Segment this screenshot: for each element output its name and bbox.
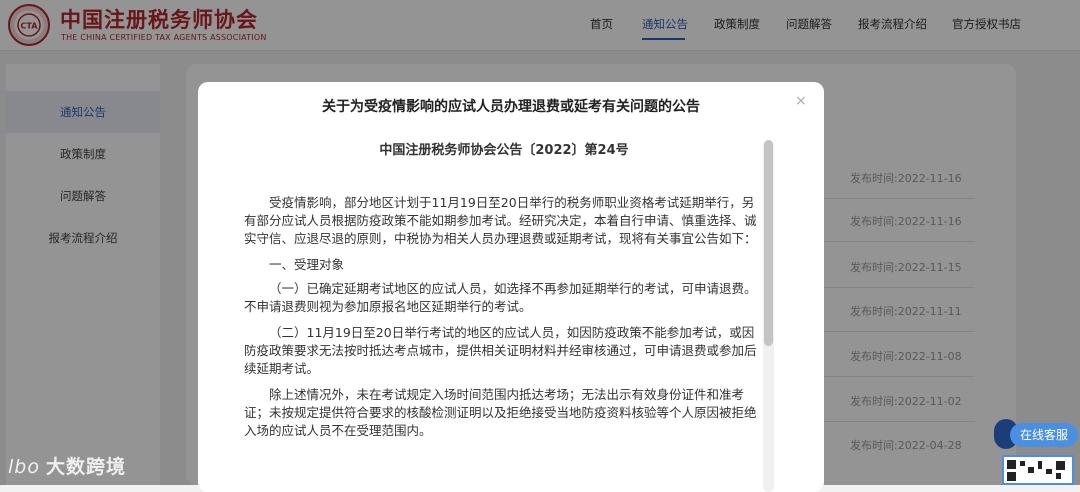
paragraph: （一）已确定延期考试地区的应试人员，如选择不再参加延期举行的考试，可申请退费。不… [244, 281, 757, 314]
watermark: lbo 大数跨境 [8, 452, 126, 479]
watermark-logo: lbo [8, 456, 40, 478]
notice-modal: 关于为受疫情影响的应试人员办理退费或延考有关问题的公告 × 中国注册税务师协会公… [198, 82, 824, 492]
scrollbar-thumb[interactable] [764, 140, 773, 346]
document-number: 中国注册税务师协会公告〔2022〕第24号 [379, 143, 629, 158]
modal-title: 关于为受疫情影响的应试人员办理退费或延考有关问题的公告 [322, 99, 700, 115]
paragraph: （二）11月19日至20日举行考试的地区的应试人员，如因防疫政策不能参加考试，或… [244, 325, 757, 376]
modal-content[interactable]: 中国注册税务师协会公告〔2022〕第24号 受疫情影响，部分地区计划于11月19… [244, 138, 764, 492]
qr-code-icon [1002, 455, 1074, 485]
close-icon[interactable]: × [795, 94, 807, 108]
watermark-text: 大数跨境 [45, 456, 126, 478]
modal-scrollbar[interactable] [763, 140, 774, 492]
paragraph: 除上述情况外，未在考试规定入场时间范围内抵达考场；无法出示有效身份证件和准考证；… [244, 387, 757, 438]
section-heading: 一、受理对象 [269, 257, 345, 272]
online-service-widget[interactable]: 在线客服 [994, 415, 1080, 485]
paragraph: 受疫情影响，部分地区计划于11月19日至20日举行的税务师职业资格考试延期举行，… [244, 195, 757, 246]
online-service-button[interactable]: 在线客服 [1010, 423, 1078, 447]
